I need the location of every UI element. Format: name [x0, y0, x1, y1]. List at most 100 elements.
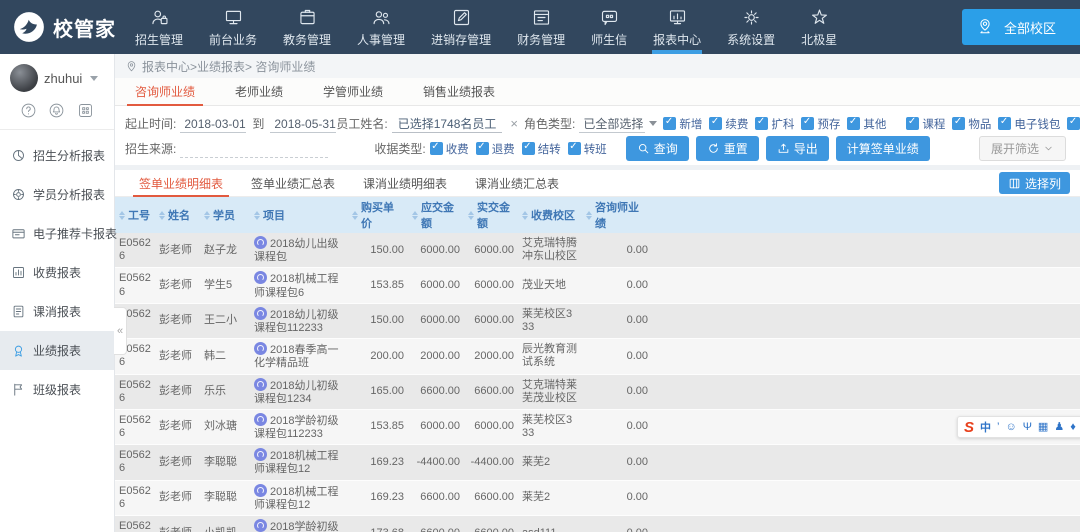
keyboard-icon[interactable]: ▦ — [1038, 422, 1048, 433]
category-checkbox-2[interactable]: 电子钱包 — [998, 116, 1060, 132]
sidebar-item-4[interactable]: 课消报表 — [0, 292, 114, 331]
column-header-project[interactable]: 项目 — [250, 197, 348, 233]
topnav-item-6[interactable]: 师生信 — [578, 0, 640, 54]
sort-icon[interactable] — [159, 211, 165, 220]
checkbox-checked-icon[interactable] — [663, 117, 676, 130]
expand-filter-button[interactable]: 展开筛选 — [979, 136, 1066, 161]
checkbox-checked-icon[interactable] — [801, 117, 814, 130]
topnav-item-7[interactable]: 报表中心 — [640, 0, 714, 54]
sort-icon[interactable] — [204, 211, 210, 220]
tab-3[interactable]: 销售业绩报表 — [403, 78, 515, 105]
receipt-checkbox-3[interactable]: 转班 — [568, 141, 607, 157]
select-columns-button[interactable]: 选择列 — [999, 172, 1070, 194]
sort-icon[interactable] — [254, 211, 260, 220]
topnav-item-2[interactable]: 教务管理 — [270, 0, 344, 54]
tools-icon[interactable]: ♟ — [1054, 422, 1064, 433]
reset-button[interactable]: 重置 — [696, 136, 759, 161]
tab-2[interactable]: 学管师业绩 — [303, 78, 403, 105]
sidebar-item-2[interactable]: 电子推荐卡报表 — [0, 214, 114, 253]
receipt-checkbox-2[interactable]: 结转 — [522, 141, 561, 157]
receipt-checkbox-1[interactable]: 退费 — [476, 141, 515, 157]
checkbox-checked-icon[interactable] — [847, 117, 860, 130]
role-checkbox-1[interactable]: 续费 — [709, 116, 748, 132]
receipt-checkbox-0[interactable]: 收费 — [430, 141, 469, 157]
subtab-0[interactable]: 签单业绩明细表 — [125, 170, 237, 196]
topnav-item-1[interactable]: 前台业务 — [196, 0, 270, 54]
sidebar-item-6[interactable]: 班级报表 — [0, 370, 114, 409]
sort-icon[interactable] — [522, 211, 528, 220]
topnav-item-5[interactable]: 财务管理 — [504, 0, 578, 54]
subtab-3[interactable]: 课消业绩汇总表 — [461, 170, 573, 196]
sidebar-item-5[interactable]: 业绩报表 — [0, 331, 114, 370]
user-menu[interactable]: zhuhui — [0, 54, 114, 98]
topnav-item-0[interactable]: 招生管理 — [122, 0, 196, 54]
date-from-input[interactable]: 2018-03-01 — [180, 115, 246, 133]
sidebar-item-1[interactable]: 学员分析报表 — [0, 175, 114, 214]
skin-icon[interactable]: ♦ — [1070, 422, 1076, 433]
checkbox-checked-icon[interactable] — [430, 142, 443, 155]
tab-1[interactable]: 老师业绩 — [215, 78, 303, 105]
subtab-1[interactable]: 签单业绩汇总表 — [237, 170, 349, 196]
ime-toolbar[interactable]: S 中 ’ ☺ Ψ ▦ ♟ ♦ — [957, 416, 1080, 438]
column-header-unit-price[interactable]: 购买单价 — [348, 197, 408, 233]
column-header-student-name[interactable]: 学员 — [200, 197, 250, 233]
chinese-mode-icon[interactable]: 中 — [980, 419, 991, 435]
avatar[interactable] — [10, 64, 38, 92]
checkbox-checked-icon[interactable] — [522, 142, 535, 155]
column-header-amount-paid[interactable]: 实交金额 — [464, 197, 518, 233]
checkbox-checked-icon[interactable] — [906, 117, 919, 130]
cell-amount-paid: 6000.00 — [464, 409, 518, 444]
column-header-consultant-performance[interactable]: 咨询师业绩 — [582, 197, 652, 233]
checkbox-checked-icon[interactable] — [755, 117, 768, 130]
chevron-down-icon[interactable] — [649, 121, 657, 126]
sort-icon[interactable] — [352, 211, 358, 220]
column-header-fee-campus[interactable]: 收费校区 — [518, 197, 582, 233]
topnav-item-3[interactable]: 人事管理 — [344, 0, 418, 54]
topnav-item-8[interactable]: 系统设置 — [714, 0, 788, 54]
date-to-input[interactable]: 2018-05-31 — [270, 115, 336, 133]
calc-performance-button[interactable]: 计算签单业绩 — [836, 136, 930, 161]
role-type-select[interactable]: 已全部选择 — [579, 115, 645, 133]
brand-logo[interactable]: 校管家 — [0, 0, 122, 54]
checkbox-checked-icon[interactable] — [476, 142, 489, 155]
sort-icon[interactable] — [119, 211, 125, 220]
sogou-logo-icon[interactable]: S — [964, 420, 974, 435]
sort-icon[interactable] — [412, 211, 418, 220]
category-checkbox-3[interactable]: 特殊物品 — [1067, 116, 1080, 132]
export-button[interactable]: 导出 — [766, 136, 829, 161]
checkbox-checked-icon[interactable] — [998, 117, 1011, 130]
role-checkbox-2[interactable]: 扩科 — [755, 116, 794, 132]
all-campus-button[interactable]: 全部校区 — [962, 9, 1080, 45]
column-header-amount-due[interactable]: 应交金额 — [408, 197, 464, 233]
role-checkbox-4[interactable]: 其他 — [847, 116, 886, 132]
role-checkbox-0[interactable]: 新增 — [663, 116, 702, 132]
bell-icon[interactable] — [48, 102, 65, 119]
sort-icon[interactable] — [586, 211, 592, 220]
category-checkbox-0[interactable]: 课程 — [906, 116, 945, 132]
category-checkbox-1[interactable]: 物品 — [952, 116, 991, 132]
sidebar-collapse-handle[interactable]: « — [114, 307, 127, 355]
role-checkbox-3[interactable]: 预存 — [801, 116, 840, 132]
checkbox-checked-icon[interactable] — [709, 117, 722, 130]
column-header-employee-id[interactable]: 工号 — [115, 197, 155, 233]
tab-0[interactable]: 咨询师业绩 — [115, 78, 215, 105]
staff-selected-value[interactable]: 已选择1748名员工 — [392, 115, 503, 133]
topnav-item-9[interactable]: 北极星 — [788, 0, 850, 54]
topnav-item-4[interactable]: 进销存管理 — [418, 0, 504, 54]
punctuation-icon[interactable]: ’ — [997, 422, 999, 433]
subtab-2[interactable]: 课消业绩明细表 — [349, 170, 461, 196]
checkbox-checked-icon[interactable] — [952, 117, 965, 130]
help-icon[interactable] — [20, 102, 37, 119]
sidebar-item-0[interactable]: 招生分析报表 — [0, 136, 114, 175]
enroll-source-input[interactable] — [180, 140, 328, 158]
checkbox-checked-icon[interactable] — [1067, 117, 1080, 130]
search-button[interactable]: 查询 — [626, 136, 689, 161]
qrcode-icon[interactable] — [77, 102, 94, 119]
emoji-icon[interactable]: ☺ — [1005, 422, 1016, 433]
sidebar-item-3[interactable]: 收费报表 — [0, 253, 114, 292]
checkbox-checked-icon[interactable] — [568, 142, 581, 155]
clear-staff-icon[interactable]: × — [510, 116, 518, 131]
sort-icon[interactable] — [468, 211, 474, 220]
mic-icon[interactable]: Ψ — [1023, 422, 1032, 433]
column-header-teacher-name[interactable]: 姓名 — [155, 197, 200, 233]
